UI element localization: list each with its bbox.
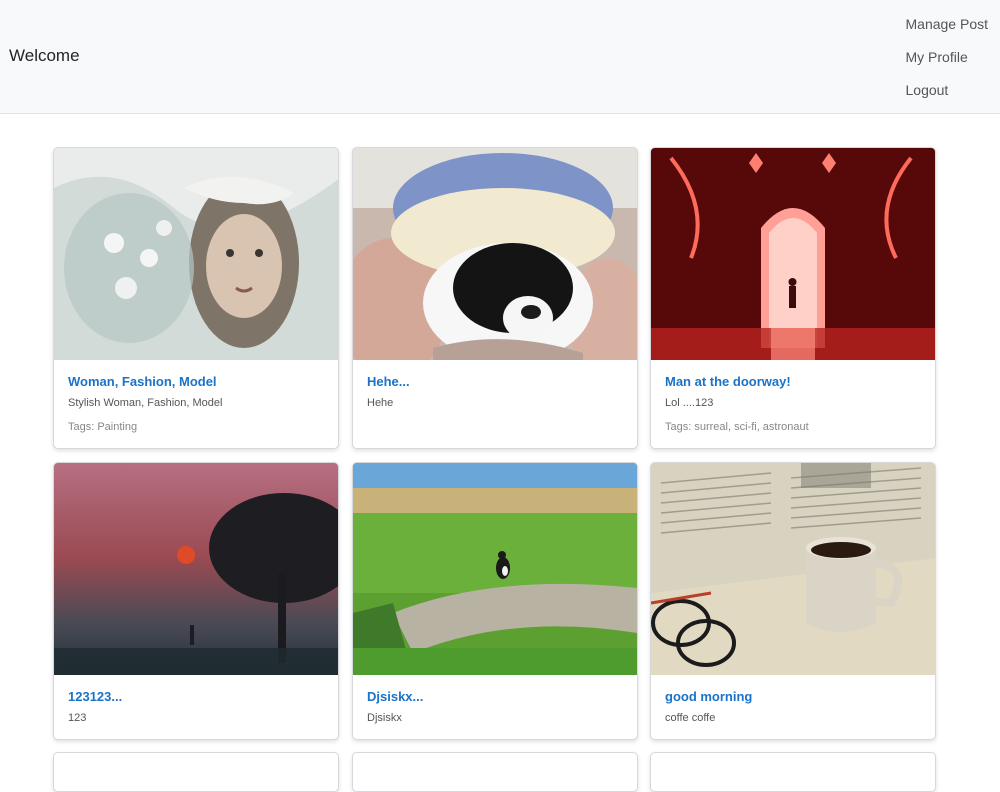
manage-post-link[interactable]: Manage Post — [906, 14, 989, 47]
post-title[interactable]: good morning — [665, 689, 921, 705]
post-description: Stylish Woman, Fashion, Model — [68, 397, 223, 409]
post-description: Hehe — [367, 397, 394, 409]
my-profile-link[interactable]: My Profile — [906, 47, 989, 80]
card-body: good morning coffe coffe — [651, 675, 935, 737]
navbar: Welcome Manage Post My Profile Logout — [0, 0, 1000, 114]
card-body: Woman, Fashion, Model Stylish Woman, Fas… — [54, 360, 338, 446]
post-image[interactable] — [353, 463, 637, 675]
post-card[interactable]: good morning coffe coffe — [650, 462, 936, 740]
post-card-partial[interactable] — [650, 752, 936, 792]
post-card-partial[interactable] — [352, 752, 638, 792]
post-card[interactable]: Djsiskx... Djsiskx — [352, 462, 638, 740]
post-title[interactable]: Hehe... — [367, 374, 623, 390]
post-card[interactable]: Man at the doorway! Lol ....123 Tags: su… — [650, 147, 936, 449]
post-description: coffe coffe — [665, 712, 716, 724]
post-card[interactable]: Hehe... Hehe — [352, 147, 638, 449]
card-body: 123123... 123 — [54, 675, 338, 737]
card-body: Hehe... Hehe — [353, 360, 637, 422]
brand-title[interactable]: Welcome — [9, 46, 80, 66]
post-image[interactable] — [651, 463, 935, 675]
post-image[interactable] — [54, 463, 338, 675]
post-card-partial[interactable] — [53, 752, 339, 792]
card-body: Djsiskx... Djsiskx — [353, 675, 637, 737]
post-card[interactable]: Woman, Fashion, Model Stylish Woman, Fas… — [53, 147, 339, 449]
post-title[interactable]: 123123... — [68, 689, 324, 705]
card-body: Man at the doorway! Lol ....123 Tags: su… — [651, 360, 935, 446]
post-title[interactable]: Woman, Fashion, Model — [68, 374, 324, 390]
nav-links: Manage Post My Profile Logout — [906, 14, 989, 113]
post-image[interactable] — [54, 148, 338, 360]
post-title[interactable]: Man at the doorway! — [665, 374, 921, 390]
post-description: Djsiskx — [367, 712, 402, 724]
post-title[interactable]: Djsiskx... — [367, 689, 623, 705]
post-image[interactable] — [353, 148, 637, 360]
post-description: Lol ....123 — [665, 397, 714, 409]
logout-link[interactable]: Logout — [906, 80, 989, 113]
post-tags: Tags: surreal, sci-fi, astronaut — [665, 421, 809, 433]
post-card[interactable]: 123123... 123 — [53, 462, 339, 740]
post-description: 123 — [68, 712, 87, 724]
post-tags: Tags: Painting — [68, 421, 138, 433]
post-image[interactable] — [651, 148, 935, 360]
